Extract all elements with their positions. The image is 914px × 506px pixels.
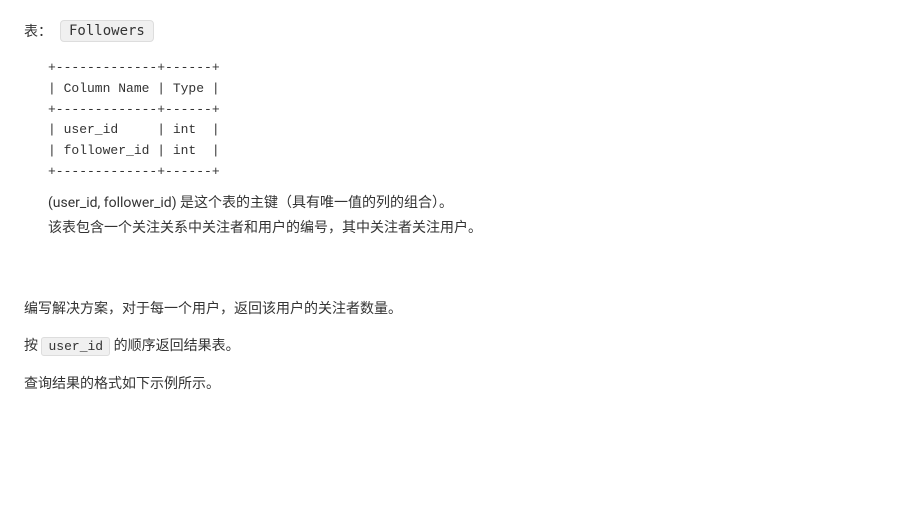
user-id-code: user_id: [41, 337, 110, 356]
description-line1: (user_id, follower_id) 是这个表的主键（具有唯一值的列的组…: [48, 191, 890, 216]
table-label-text: 表：: [24, 21, 52, 41]
table-label-row: 表： Followers: [24, 20, 890, 42]
task-paragraph2: 按 user_id 的顺序返回结果表。: [24, 334, 890, 359]
description-block: (user_id, follower_id) 是这个表的主键（具有唯一值的列的组…: [48, 191, 890, 241]
schema-border-bot: +-------------+------+: [48, 164, 220, 179]
task-paragraph1: 编写解决方案，对于每一个用户，返回该用户的关注者数量。: [24, 297, 890, 322]
task-paragraph2-prefix: 按: [24, 338, 41, 354]
schema-block: +-------------+------+ | Column Name | T…: [48, 58, 890, 183]
table-name-badge: Followers: [60, 20, 154, 42]
schema-border-top: +-------------+------+: [48, 60, 220, 75]
schema-row2: | follower_id | int |: [48, 143, 220, 158]
task-paragraph3: 查询结果的格式如下示例所示。: [24, 372, 890, 397]
description-line2: 该表包含一个关注关系中关注者和用户的编号，其中关注者关注用户。: [48, 216, 890, 241]
task-section: 编写解决方案，对于每一个用户，返回该用户的关注者数量。 按 user_id 的顺…: [24, 297, 890, 397]
section-divider: [24, 265, 890, 289]
schema-border-mid: +-------------+------+: [48, 102, 220, 117]
task-paragraph2-suffix: 的顺序返回结果表。: [110, 338, 239, 354]
schema-row1: | user_id | int |: [48, 122, 220, 137]
schema-header-row: | Column Name | Type |: [48, 81, 220, 96]
